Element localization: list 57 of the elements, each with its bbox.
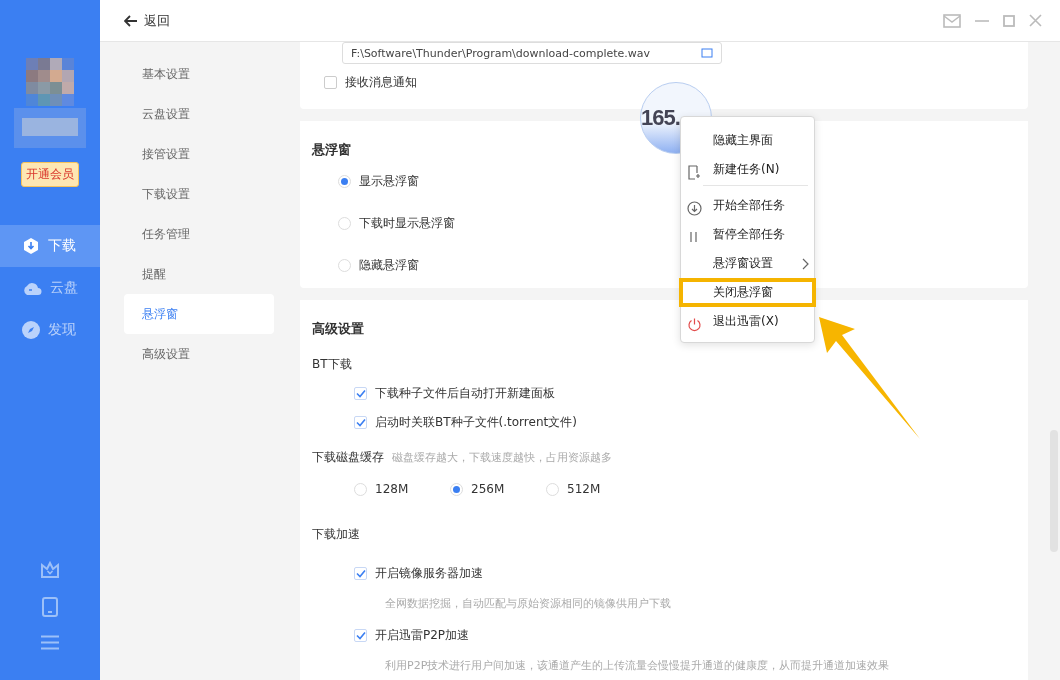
description-text: 全网数据挖掘，自动匹配与原始资源相同的镜像供用户下载 bbox=[384, 596, 672, 611]
description-text: 利用P2P技术进行用户间加速，该通道产生的上传流量会慢慢提升通道的健康度，从而提升通道加速效果 bbox=[384, 658, 891, 673]
checkbox[interactable] bbox=[354, 629, 367, 642]
radio-label: 显示悬浮窗 bbox=[359, 173, 419, 190]
radio-label: 128M bbox=[375, 482, 409, 496]
nav-item[interactable]: 下载 bbox=[0, 225, 100, 267]
back-arrow-icon bbox=[124, 14, 138, 27]
settings-nav-item[interactable]: 任务管理 bbox=[124, 214, 274, 254]
menu-item[interactable]: 关闭悬浮窗 bbox=[679, 278, 816, 307]
new-task-icon bbox=[687, 165, 701, 180]
settings-nav-item[interactable]: 高级设置 bbox=[124, 334, 274, 374]
section-title: 悬浮窗 bbox=[312, 141, 351, 159]
checkbox[interactable] bbox=[324, 76, 337, 89]
sound-path-field[interactable]: F:\Software\Thunder\Program\download-complete.wav bbox=[342, 42, 722, 64]
checkbox-label: 下载种子文件后自动打开新建面板 bbox=[375, 385, 555, 402]
phone-icon[interactable] bbox=[42, 597, 58, 617]
close-icon[interactable] bbox=[1029, 14, 1042, 27]
radio-label: 256M bbox=[471, 482, 505, 496]
checkbox[interactable] bbox=[354, 567, 367, 580]
group-label: 下载磁盘缓存 bbox=[312, 449, 384, 466]
mail-icon[interactable] bbox=[943, 13, 961, 28]
section-title: 高级设置 bbox=[312, 320, 364, 338]
group-label: BT下载 bbox=[312, 356, 352, 373]
cloud-icon bbox=[22, 281, 42, 295]
settings-nav-item[interactable]: 悬浮窗 bbox=[124, 294, 274, 334]
maximize-icon[interactable] bbox=[1003, 14, 1015, 27]
checkbox[interactable] bbox=[354, 387, 367, 400]
menu-item[interactable]: 悬浮窗设置 bbox=[679, 249, 816, 278]
group-label: 下载加速 bbox=[312, 526, 360, 543]
settings-nav-item[interactable]: 下载设置 bbox=[124, 174, 274, 214]
menu-item[interactable]: 暂停全部任务 bbox=[679, 220, 816, 249]
settings-nav-item[interactable]: 接管设置 bbox=[124, 134, 274, 174]
menu-item[interactable]: 退出迅雷(X) bbox=[679, 307, 816, 336]
checkbox-label: 开启镜像服务器加速 bbox=[375, 565, 483, 582]
radio-label: 隐藏悬浮窗 bbox=[359, 257, 419, 274]
settings-nav-item[interactable]: 提醒 bbox=[124, 254, 274, 294]
radio-label: 下载时显示悬浮窗 bbox=[359, 215, 455, 232]
compass-icon bbox=[22, 321, 40, 339]
download-circle-icon bbox=[687, 201, 702, 216]
hint-text: 磁盘缓存越大，下载速度越快，占用资源越多 bbox=[392, 450, 612, 465]
vip-button[interactable]: 开通会员 bbox=[21, 162, 79, 187]
radio-label: 512M bbox=[567, 482, 601, 496]
menu-icon[interactable] bbox=[41, 635, 59, 650]
chevron-right-icon bbox=[802, 258, 810, 270]
folder-icon[interactable] bbox=[701, 48, 713, 58]
crown-icon[interactable] bbox=[40, 561, 60, 579]
download-icon bbox=[22, 237, 40, 255]
settings-nav-item[interactable]: 云盘设置 bbox=[124, 94, 274, 134]
checkbox[interactable] bbox=[354, 416, 367, 429]
back-button[interactable]: 返回 bbox=[124, 11, 170, 30]
checkbox-label: 开启迅雷P2P加速 bbox=[375, 627, 470, 644]
menu-item[interactable]: 开始全部任务 bbox=[679, 191, 816, 220]
power-icon bbox=[687, 317, 702, 332]
speed-text: 165. bbox=[641, 105, 680, 131]
checkbox-label: 启动时关联BT种子文件(.torrent文件) bbox=[375, 414, 577, 431]
checkbox-label: 接收消息通知 bbox=[345, 74, 417, 91]
settings-nav-item[interactable]: 基本设置 bbox=[124, 54, 274, 94]
